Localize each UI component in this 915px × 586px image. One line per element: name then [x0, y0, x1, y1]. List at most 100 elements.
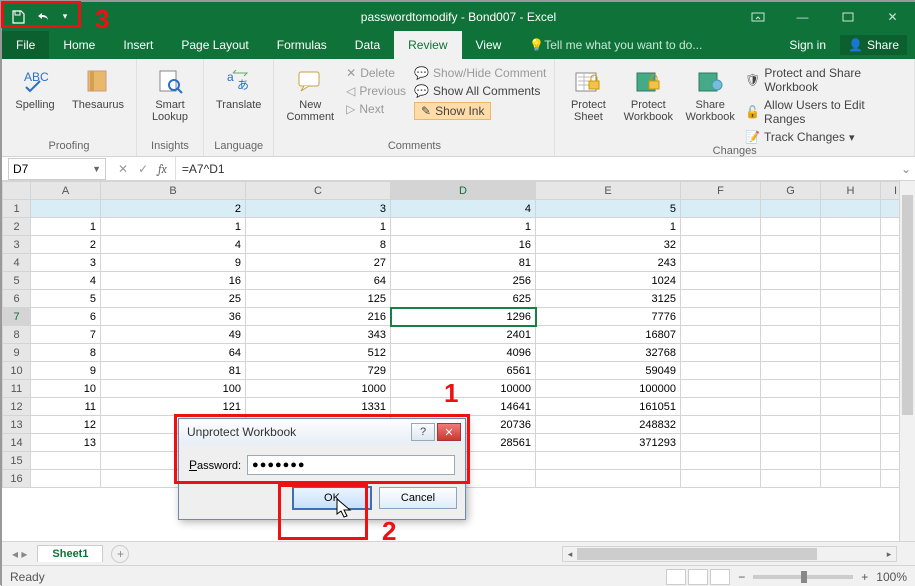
- cell-F15[interactable]: [681, 452, 761, 470]
- share-button[interactable]: 👤Share: [840, 35, 907, 55]
- cell-G9[interactable]: [761, 344, 821, 362]
- cell-F11[interactable]: [681, 380, 761, 398]
- col-header-A[interactable]: A: [31, 182, 101, 200]
- translate-button[interactable]: aあTranslate: [212, 63, 265, 140]
- close-icon[interactable]: ✕: [870, 2, 915, 31]
- cell-H8[interactable]: [821, 326, 881, 344]
- cell-G5[interactable]: [761, 272, 821, 290]
- view-buttons[interactable]: [666, 569, 730, 585]
- cell-D12[interactable]: 14641: [391, 398, 536, 416]
- cell-H6[interactable]: [821, 290, 881, 308]
- cell-F5[interactable]: [681, 272, 761, 290]
- cell-A9[interactable]: 8: [31, 344, 101, 362]
- allow-edit-ranges-button[interactable]: 🔓Allow Users to Edit Ranges: [745, 97, 906, 127]
- horizontal-scrollbar[interactable]: ◂▸: [562, 546, 897, 562]
- cell-C2[interactable]: 1: [246, 218, 391, 236]
- vscroll-thumb[interactable]: [902, 195, 913, 415]
- col-header-C[interactable]: C: [246, 182, 391, 200]
- cell-C8[interactable]: 343: [246, 326, 391, 344]
- name-box[interactable]: D7▼: [8, 158, 106, 180]
- cell-G12[interactable]: [761, 398, 821, 416]
- row-header-5[interactable]: 5: [3, 272, 31, 290]
- cell-H9[interactable]: [821, 344, 881, 362]
- row-header-8[interactable]: 8: [3, 326, 31, 344]
- tab-insert[interactable]: Insert: [109, 31, 167, 59]
- cell-E11[interactable]: 100000: [536, 380, 681, 398]
- cell-H2[interactable]: [821, 218, 881, 236]
- cell-F10[interactable]: [681, 362, 761, 380]
- cell-F9[interactable]: [681, 344, 761, 362]
- cell-B5[interactable]: 16: [101, 272, 246, 290]
- row-header-10[interactable]: 10: [3, 362, 31, 380]
- cell-H7[interactable]: [821, 308, 881, 326]
- cell-B6[interactable]: 25: [101, 290, 246, 308]
- row-header-12[interactable]: 12: [3, 398, 31, 416]
- cell-E7[interactable]: 7776: [536, 308, 681, 326]
- cell-E15[interactable]: [536, 452, 681, 470]
- cell-H3[interactable]: [821, 236, 881, 254]
- cell-E16[interactable]: [536, 470, 681, 488]
- cell-C3[interactable]: 8: [246, 236, 391, 254]
- cell-B7[interactable]: 36: [101, 308, 246, 326]
- row-header-1[interactable]: 1: [3, 200, 31, 218]
- cell-E2[interactable]: 1: [536, 218, 681, 236]
- cell-E12[interactable]: 161051: [536, 398, 681, 416]
- tab-data[interactable]: Data: [341, 31, 394, 59]
- cell-F13[interactable]: [681, 416, 761, 434]
- share-workbook-button[interactable]: Share Workbook: [683, 63, 737, 145]
- col-header-H[interactable]: H: [821, 182, 881, 200]
- cell-H5[interactable]: [821, 272, 881, 290]
- spelling-button[interactable]: ABCSpelling: [10, 63, 60, 140]
- row-header-7[interactable]: 7: [3, 308, 31, 326]
- protect-workbook-button[interactable]: Protect Workbook: [621, 63, 675, 145]
- row-header-11[interactable]: 11: [3, 380, 31, 398]
- cell-D1[interactable]: 4: [391, 200, 536, 218]
- minimize-icon[interactable]: —: [780, 2, 825, 31]
- cell-E10[interactable]: 59049: [536, 362, 681, 380]
- cell-F7[interactable]: [681, 308, 761, 326]
- cell-H14[interactable]: [821, 434, 881, 452]
- cell-F4[interactable]: [681, 254, 761, 272]
- tab-formulas[interactable]: Formulas: [263, 31, 341, 59]
- qat-customize-icon[interactable]: ▾: [58, 6, 72, 28]
- cell-H4[interactable]: [821, 254, 881, 272]
- cell-G7[interactable]: [761, 308, 821, 326]
- save-icon[interactable]: [6, 6, 30, 28]
- cell-B4[interactable]: 9: [101, 254, 246, 272]
- tab-file[interactable]: File: [2, 31, 49, 59]
- cell-A13[interactable]: 12: [31, 416, 101, 434]
- cell-H16[interactable]: [821, 470, 881, 488]
- zoom-slider[interactable]: [753, 575, 853, 579]
- cell-D3[interactable]: 16: [391, 236, 536, 254]
- cell-E13[interactable]: 248832: [536, 416, 681, 434]
- cell-B1[interactable]: 2: [101, 200, 246, 218]
- hscroll-thumb[interactable]: [577, 548, 817, 560]
- tab-view[interactable]: View: [462, 31, 516, 59]
- cell-H11[interactable]: [821, 380, 881, 398]
- cell-G4[interactable]: [761, 254, 821, 272]
- cell-G2[interactable]: [761, 218, 821, 236]
- tab-review[interactable]: Review: [394, 31, 461, 59]
- cell-F6[interactable]: [681, 290, 761, 308]
- cell-F3[interactable]: [681, 236, 761, 254]
- row-header-16[interactable]: 16: [3, 470, 31, 488]
- name-box-dropdown-icon[interactable]: ▼: [92, 164, 101, 174]
- cell-G13[interactable]: [761, 416, 821, 434]
- cell-F2[interactable]: [681, 218, 761, 236]
- cell-C7[interactable]: 216: [246, 308, 391, 326]
- cell-F12[interactable]: [681, 398, 761, 416]
- cell-A8[interactable]: 7: [31, 326, 101, 344]
- cell-G14[interactable]: [761, 434, 821, 452]
- cell-C10[interactable]: 729: [246, 362, 391, 380]
- protect-sheet-button[interactable]: Protect Sheet: [563, 63, 613, 145]
- cell-G3[interactable]: [761, 236, 821, 254]
- dialog-close-icon[interactable]: ✕: [437, 423, 461, 441]
- page-break-view-icon[interactable]: [710, 569, 730, 585]
- maximize-icon[interactable]: [825, 2, 870, 31]
- cell-B8[interactable]: 49: [101, 326, 246, 344]
- cell-B2[interactable]: 1: [101, 218, 246, 236]
- show-all-comments-button[interactable]: 💬Show All Comments: [414, 83, 546, 99]
- smart-lookup-button[interactable]: Smart Lookup: [145, 63, 195, 140]
- cell-A12[interactable]: 11: [31, 398, 101, 416]
- col-header-E[interactable]: E: [536, 182, 681, 200]
